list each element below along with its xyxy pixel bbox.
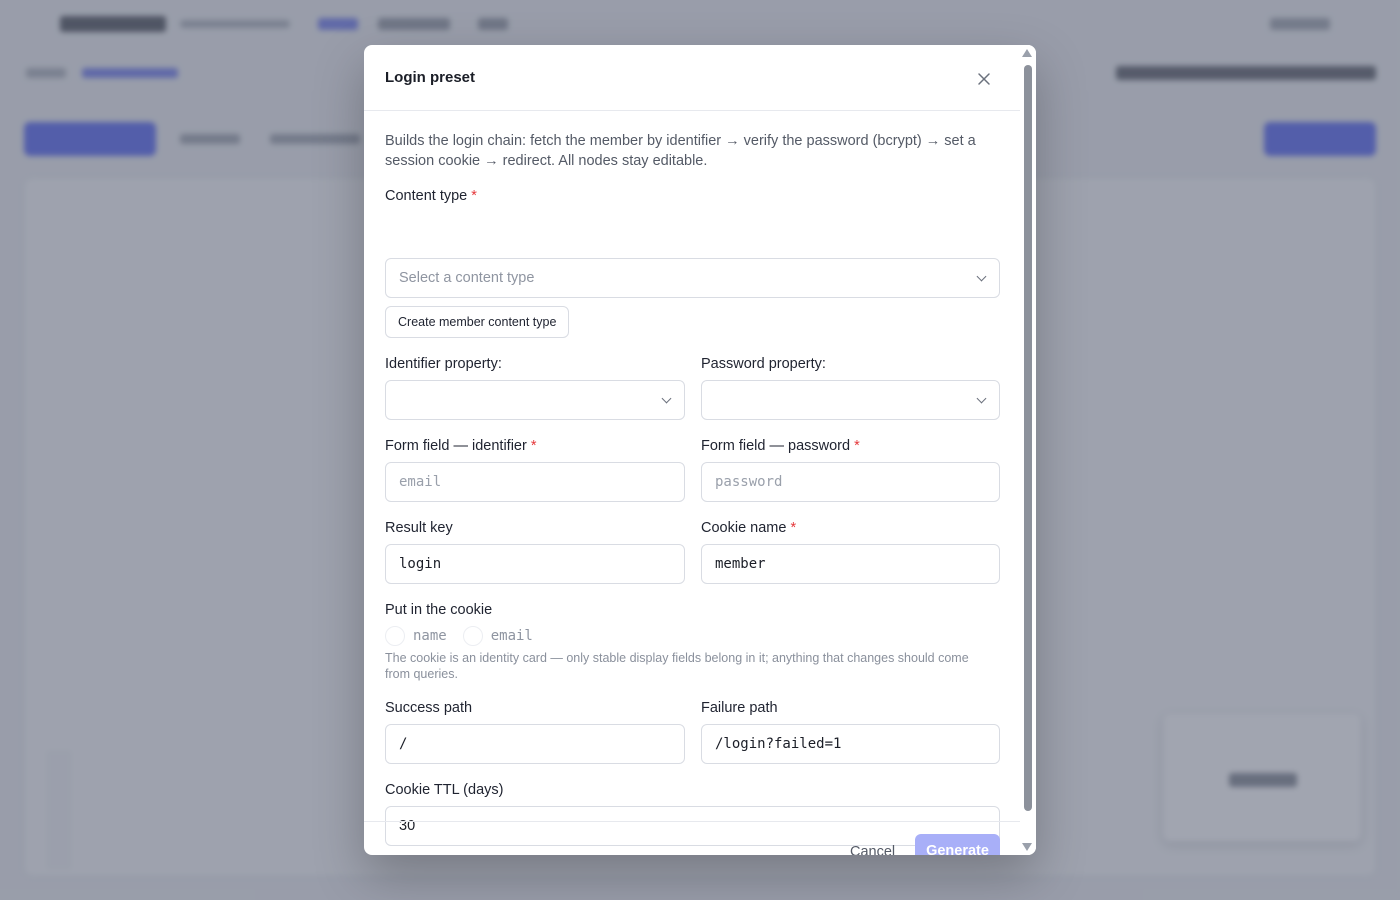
form-field-identifier-input[interactable]: email bbox=[385, 462, 685, 502]
login-preset-modal: Login preset Builds the login chain: fet… bbox=[364, 45, 1036, 855]
chevron-down-icon bbox=[976, 393, 987, 404]
success-path-label: Success path bbox=[385, 700, 473, 716]
content-type-label: Content type * bbox=[385, 188, 477, 204]
required-mark: * bbox=[790, 520, 797, 536]
chevron-down-icon bbox=[661, 393, 672, 404]
modal-title: Login preset bbox=[385, 69, 476, 86]
form-field-identifier-label-text: Form field — identifier bbox=[385, 438, 527, 454]
cookie-name-input[interactable]: member bbox=[701, 544, 1000, 584]
result-key-value: login bbox=[399, 556, 442, 572]
cookie-fields-options: name email bbox=[385, 626, 549, 646]
result-key-input[interactable]: login bbox=[385, 544, 685, 584]
generate-button[interactable]: Generate bbox=[915, 834, 1000, 855]
scroll-down-arrow-icon[interactable] bbox=[1022, 843, 1032, 851]
create-member-content-type-button[interactable]: Create member content type bbox=[385, 306, 570, 338]
modal-header: Login preset bbox=[364, 45, 1020, 111]
required-mark: * bbox=[854, 438, 860, 454]
failure-path-value: /login?failed=1 bbox=[715, 736, 842, 752]
form-field-password-placeholder: password bbox=[715, 474, 783, 490]
close-icon bbox=[978, 73, 990, 85]
scroll-up-arrow-icon[interactable] bbox=[1022, 49, 1032, 57]
identifier-property-label: Identifier property: bbox=[385, 356, 502, 372]
cookie-fields-hint: The cookie is an identity card — only st… bbox=[385, 651, 969, 681]
success-path-input[interactable]: / bbox=[385, 724, 685, 764]
cookie-field-email-label: email bbox=[490, 628, 533, 644]
form-field-password-input[interactable]: password bbox=[701, 462, 1000, 502]
password-property-select[interactable] bbox=[701, 380, 1000, 420]
success-path-value: / bbox=[399, 736, 408, 752]
chevron-down-icon bbox=[976, 271, 987, 282]
form-field-password-label-text: Form field — password bbox=[701, 438, 851, 454]
modal-description: Builds the login chain: fetch the member… bbox=[385, 133, 976, 169]
content-type-label-text: Content type bbox=[385, 188, 468, 204]
result-key-label: Result key bbox=[385, 520, 453, 536]
form-field-password-label: Form field — password * bbox=[701, 438, 860, 454]
content-type-placeholder: Select a content type bbox=[399, 270, 535, 286]
content-type-select[interactable]: Select a content type bbox=[385, 258, 1000, 298]
cookie-field-name-label: name bbox=[413, 628, 447, 644]
cookie-field-name-checkbox[interactable] bbox=[385, 626, 405, 646]
cookie-ttl-label: Cookie TTL (days) bbox=[385, 782, 504, 798]
required-mark: * bbox=[530, 438, 537, 454]
cookie-name-label-text: Cookie name bbox=[701, 520, 787, 536]
failure-path-input[interactable]: /login?failed=1 bbox=[701, 724, 1000, 764]
form-field-identifier-placeholder: email bbox=[399, 474, 442, 490]
cookie-fields-label: Put in the cookie bbox=[385, 602, 493, 618]
close-button[interactable] bbox=[972, 67, 996, 91]
scrollbar-thumb[interactable] bbox=[1024, 65, 1032, 811]
failure-path-label: Failure path bbox=[701, 700, 778, 716]
required-mark: * bbox=[471, 188, 477, 204]
cancel-button[interactable]: Cancel bbox=[850, 844, 895, 855]
modal-footer: Cancel Generate bbox=[364, 821, 1020, 855]
cookie-name-value: member bbox=[715, 556, 766, 572]
cookie-field-email-checkbox[interactable] bbox=[462, 626, 483, 646]
cookie-name-label: Cookie name * bbox=[701, 520, 796, 536]
identifier-property-select[interactable] bbox=[385, 380, 685, 420]
password-property-label: Password property: bbox=[701, 356, 826, 372]
form-field-identifier-label: Form field — identifier * bbox=[385, 438, 536, 454]
